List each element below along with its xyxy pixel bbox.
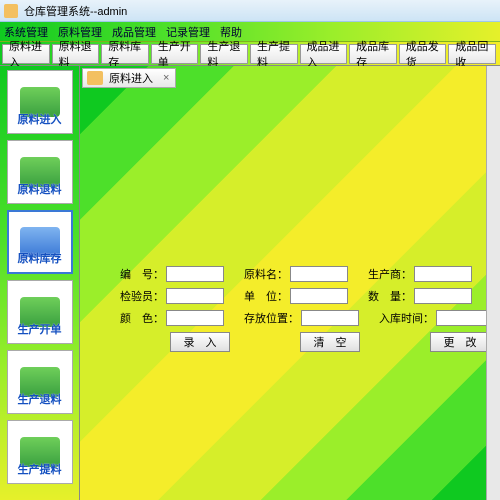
tb-product-in[interactable]: 成品进入: [300, 44, 348, 64]
sidebar-item-label: 原料退料: [18, 181, 62, 197]
sidebar-item-label: 生产提料: [18, 461, 62, 477]
label-location: 存放位置：: [244, 310, 299, 326]
tb-product-ship[interactable]: 成品发货: [399, 44, 447, 64]
toolbar: 原料进入 原料退料 原料库存 生产开单 生产退料 生产提料 成品进入 成品库存 …: [0, 42, 500, 66]
clear-button[interactable]: 清 空: [300, 332, 360, 352]
sidebar-item-label: 原料库存: [18, 250, 62, 266]
tb-material-return[interactable]: 原料退料: [52, 44, 100, 64]
label-color: 颜 色：: [120, 310, 164, 326]
sidebar-item-material-in[interactable]: 原料进入: [7, 70, 73, 134]
input-location[interactable]: [301, 310, 359, 326]
sidebar-item-material-stock[interactable]: 原料库存: [7, 210, 73, 274]
content-area: 原料进入 × 编 号： 原料名： 生产商： 检验员： 单 位： 数 量： 颜 色…: [80, 66, 500, 500]
title-bar: 仓库管理系统--admin: [0, 0, 500, 22]
input-color[interactable]: [166, 310, 224, 326]
tb-production-pick[interactable]: 生产提料: [250, 44, 298, 64]
label-name: 原料名：: [244, 266, 288, 282]
tb-product-stock[interactable]: 成品库存: [349, 44, 397, 64]
close-icon[interactable]: ×: [163, 72, 169, 84]
input-unit[interactable]: [290, 288, 348, 304]
label-unit: 单 位：: [244, 288, 288, 304]
tab-icon: [87, 71, 103, 85]
sidebar-item-label: 生产开单: [18, 321, 62, 337]
app-icon: [4, 4, 18, 18]
input-producer[interactable]: [414, 266, 472, 282]
window-title: 仓库管理系统--admin: [24, 3, 127, 19]
submit-button[interactable]: 录 入: [170, 332, 230, 352]
tb-material-in[interactable]: 原料进入: [2, 44, 50, 64]
tb-production-order[interactable]: 生产开单: [151, 44, 199, 64]
label-inspector: 检验员：: [120, 288, 164, 304]
side-panel: 原料进入 原料退料 原料库存 生产开单 生产退料 生产提料: [0, 66, 80, 500]
tb-product-recycle[interactable]: 成品回收: [448, 44, 496, 64]
form-row: 编 号： 原料名： 生产商：: [120, 266, 494, 282]
label-producer: 生产商：: [368, 266, 412, 282]
form-row: 检验员： 单 位： 数 量：: [120, 288, 494, 304]
sidebar-item-production-order[interactable]: 生产开单: [7, 280, 73, 344]
sidebar-item-production-pick[interactable]: 生产提料: [7, 420, 73, 484]
tab-material-in[interactable]: 原料进入 ×: [82, 68, 176, 88]
sidebar-item-production-return[interactable]: 生产退料: [7, 350, 73, 414]
vertical-scrollbar[interactable]: [486, 66, 500, 500]
input-inspector[interactable]: [166, 288, 224, 304]
main-area: 原料进入 原料退料 原料库存 生产开单 生产退料 生产提料 原料进入 × 编 号…: [0, 66, 500, 500]
label-id: 编 号：: [120, 266, 164, 282]
input-id[interactable]: [166, 266, 224, 282]
sidebar-item-material-return[interactable]: 原料退料: [7, 140, 73, 204]
button-row: 录 入 清 空 更 改: [120, 332, 494, 352]
material-in-form: 编 号： 原料名： 生产商： 检验员： 单 位： 数 量： 颜 色： 存放位置：…: [120, 266, 494, 352]
label-intime: 入库时间：: [379, 310, 434, 326]
tb-material-stock[interactable]: 原料库存: [101, 44, 149, 64]
input-qty[interactable]: [414, 288, 472, 304]
tb-production-return[interactable]: 生产退料: [200, 44, 248, 64]
sidebar-item-label: 生产退料: [18, 391, 62, 407]
input-name[interactable]: [290, 266, 348, 282]
form-row: 颜 色： 存放位置： 入库时间：: [120, 310, 494, 326]
update-button[interactable]: 更 改: [430, 332, 490, 352]
label-qty: 数 量：: [368, 288, 412, 304]
tab-label: 原料进入: [109, 70, 153, 86]
sidebar-item-label: 原料进入: [18, 111, 62, 127]
